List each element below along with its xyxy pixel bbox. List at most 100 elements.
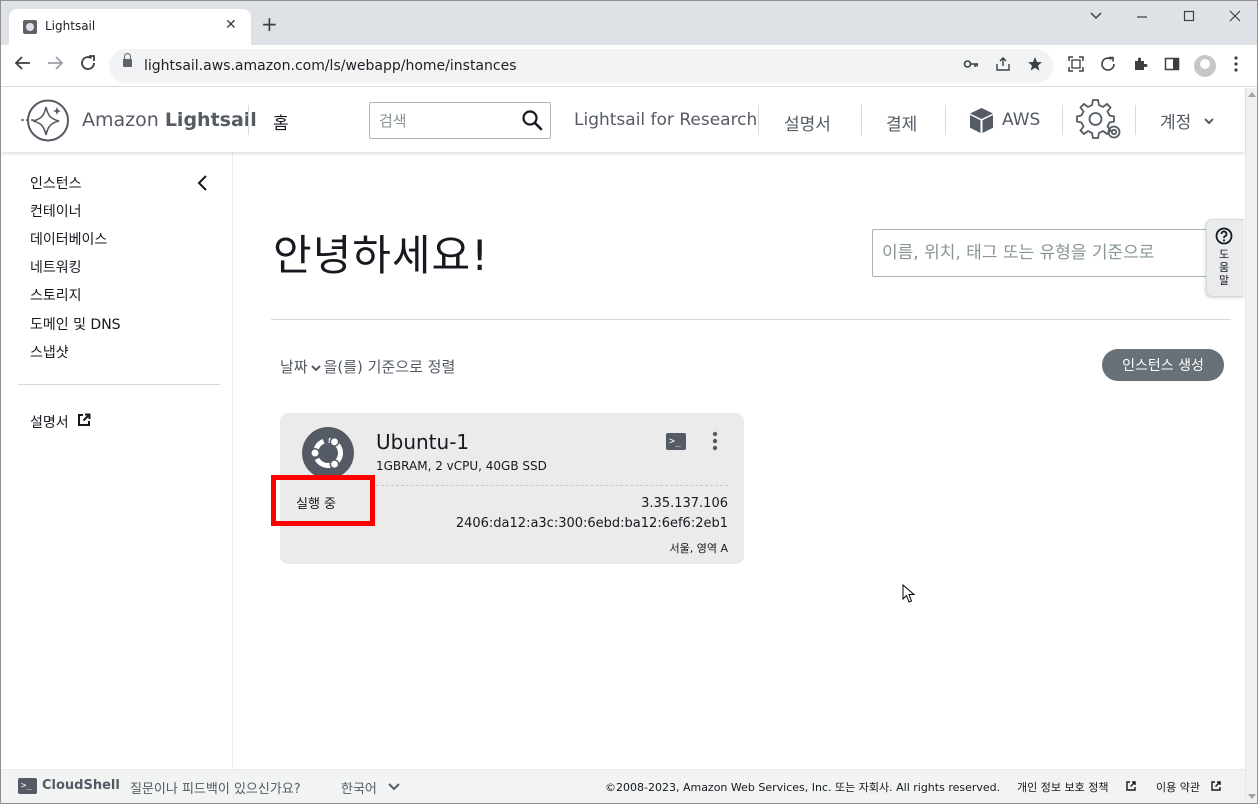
extensions-icon[interactable]	[1132, 56, 1148, 76]
sort-chevron-down-icon[interactable]	[310, 363, 321, 373]
aws-link[interactable]: AWS	[1002, 110, 1040, 130]
sync-icon[interactable]	[1100, 56, 1116, 76]
lightsail-logo-icon[interactable]	[21, 98, 71, 143]
side-panel-icon[interactable]	[1164, 56, 1180, 76]
mouse-cursor-icon	[902, 584, 916, 603]
status-highlight-box	[271, 475, 375, 526]
sidebar-divider	[18, 384, 220, 385]
reload-icon[interactable]	[79, 54, 97, 77]
language-chevron-down-icon[interactable]	[388, 782, 400, 792]
sidebar-item-databases[interactable]: 데이터베이스	[30, 229, 107, 249]
instance-menu-kebab-icon[interactable]	[710, 431, 720, 451]
header-search[interactable]	[369, 102, 551, 139]
minimize-icon[interactable]	[1135, 8, 1149, 27]
screenshot-icon[interactable]	[1068, 56, 1084, 76]
lightsail-header: Amazon Lightsail 홈 Lightsail for Researc…	[1, 88, 1245, 152]
brand-prefix: Amazon	[82, 109, 165, 131]
page-greeting: 안녕하세요!	[273, 231, 490, 280]
terms-link[interactable]: 이용 약관	[1156, 779, 1200, 795]
privacy-link[interactable]: 개인 정보 보호 정책	[1017, 779, 1108, 795]
close-window-icon[interactable]	[1228, 8, 1242, 27]
terminal-connect-icon[interactable]: >_	[666, 433, 686, 450]
instance-spec: 1GBRAM, 2 vCPU, 40GB SSD	[376, 459, 547, 473]
forward-icon[interactable]	[46, 54, 64, 77]
tab-title: Lightsail	[45, 19, 96, 33]
search-icon[interactable]	[521, 109, 543, 131]
scroll-down-icon[interactable]	[1248, 794, 1256, 799]
instance-filter[interactable]	[872, 229, 1212, 277]
header-separator	[758, 105, 759, 135]
ubuntu-logo-icon	[302, 427, 354, 479]
header-separator	[861, 105, 862, 135]
sort-suffix: 을(를) 기준으로 정렬	[323, 358, 456, 376]
help-panel-tab[interactable]: 도움말	[1206, 219, 1244, 297]
browser-window: Lightsail ✕ + lightsail.aws.amazon.com/l…	[0, 0, 1258, 804]
maximize-icon[interactable]	[1182, 8, 1196, 27]
cloudshell-icon[interactable]: >_	[18, 778, 37, 794]
profile-avatar[interactable]	[1194, 55, 1216, 77]
sidebar-item-networking[interactable]: 네트워킹	[30, 257, 82, 277]
main-divider	[271, 319, 1231, 320]
collapse-chevron-left-icon[interactable]	[195, 175, 209, 191]
copyright-text: ©2008-2023, Amazon Web Services, Inc. 또는…	[605, 781, 1001, 794]
address-url: lightsail.aws.amazon.com/ls/webapp/home/…	[144, 58, 517, 74]
browser-toolbar: lightsail.aws.amazon.com/ls/webapp/home/…	[1, 45, 1257, 87]
instance-name[interactable]: Ubuntu-1	[376, 430, 469, 454]
footer: >_ CloudShell 질문이나 피드백이 있으신가요? 한국어 ©2008…	[1, 769, 1245, 803]
tab-close-icon[interactable]: ✕	[225, 17, 237, 33]
header-separator	[248, 105, 249, 135]
browser-menu-icon[interactable]	[1234, 56, 1238, 76]
settings-gear-icon[interactable]	[1075, 97, 1125, 143]
instance-ipv4: 3.35.137.106	[641, 496, 728, 511]
back-icon[interactable]	[14, 54, 32, 77]
header-separator	[1062, 105, 1063, 135]
address-bar[interactable]: lightsail.aws.amazon.com/ls/webapp/home/…	[109, 49, 1053, 83]
instance-region: 서울, 영역 A	[669, 542, 729, 555]
privacy-external-link-icon[interactable]	[1126, 781, 1136, 791]
research-link[interactable]: Lightsail for Research	[574, 110, 757, 130]
aws-cube-icon[interactable]	[969, 107, 994, 134]
brand-name[interactable]: Amazon Lightsail	[82, 109, 257, 131]
language-selector[interactable]: 한국어	[341, 778, 377, 797]
sidebar-item-storage[interactable]: 스토리지	[30, 285, 82, 305]
sort-field[interactable]: 날짜	[280, 358, 308, 376]
create-instance-button[interactable]: 인스턴스 생성	[1102, 349, 1224, 381]
bookmark-star-icon[interactable]	[1027, 56, 1043, 76]
sidebar-docs-link[interactable]: 설명서	[30, 412, 69, 432]
brand-bold: Lightsail	[164, 109, 257, 131]
tab-search-chevron-icon[interactable]	[1089, 7, 1103, 26]
sidebar-item-domains-dns[interactable]: 도메인 및 DNS	[30, 314, 121, 334]
tab-strip: Lightsail ✕ +	[1, 1, 1257, 45]
billing-link[interactable]: 결제	[886, 110, 917, 135]
main-content: 안녕하세요! 도움말 날짜 을(를) 기준으로 정렬 인스턴스 생성	[233, 152, 1245, 769]
sort-control[interactable]: 날짜 을(를) 기준으로 정렬	[280, 356, 455, 377]
help-question-icon	[1215, 227, 1233, 245]
instance-filter-input[interactable]	[873, 230, 1211, 276]
scroll-up-icon[interactable]	[1248, 92, 1256, 97]
new-tab-icon[interactable]: +	[261, 14, 278, 34]
sidebar-item-containers[interactable]: 컨테이너	[30, 201, 82, 221]
page-scrollbar[interactable]	[1245, 88, 1257, 803]
help-tab-label: 도움말	[1218, 248, 1230, 287]
browser-tab[interactable]: Lightsail ✕	[9, 9, 251, 45]
terms-external-link-icon[interactable]	[1211, 781, 1221, 791]
feedback-link[interactable]: 질문이나 피드백이 있으신가요?	[130, 778, 301, 797]
docs-link[interactable]: 설명서	[784, 110, 831, 135]
lightsail-favicon-icon	[23, 20, 37, 34]
header-search-input[interactable]	[371, 104, 511, 137]
share-icon[interactable]	[995, 56, 1011, 76]
sidebar-item-snapshots[interactable]: 스냅샷	[30, 342, 69, 362]
external-link-icon[interactable]	[77, 413, 91, 427]
lock-icon	[123, 53, 132, 67]
key-icon[interactable]	[963, 56, 979, 76]
cloudshell-link[interactable]: CloudShell	[42, 778, 120, 793]
instance-ipv6: 2406:da12:a3c:300:6ebd:ba12:6ef6:2eb1	[455, 516, 728, 531]
sidebar-item-instances[interactable]: 인스턴스	[30, 173, 82, 193]
header-separator	[1135, 105, 1136, 135]
card-divider	[376, 485, 728, 486]
account-chevron-down-icon[interactable]	[1204, 116, 1214, 126]
account-menu[interactable]: 계정	[1160, 108, 1191, 133]
sidebar: 인스턴스 컨테이너 데이터베이스 네트워킹 스토리지 도메인 및 DNS 스냅샷…	[1, 152, 233, 769]
home-link[interactable]: 홈	[273, 109, 289, 134]
header-separator	[945, 105, 946, 135]
